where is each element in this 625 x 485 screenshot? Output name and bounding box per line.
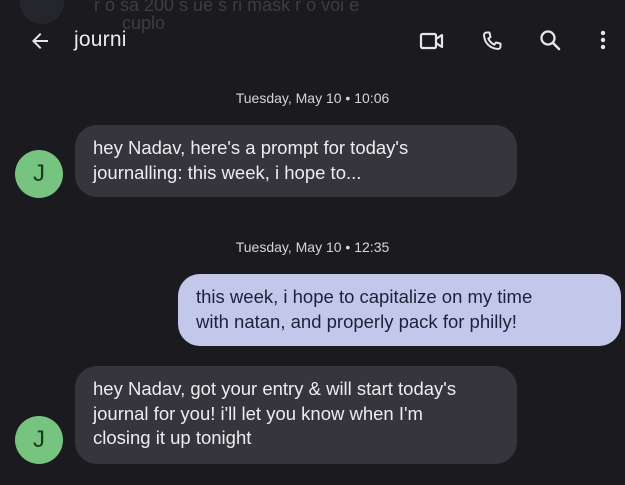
search-button[interactable] bbox=[530, 20, 570, 60]
timestamp: Tuesday, May 10 • 12:35 bbox=[235, 239, 390, 255]
phone-icon bbox=[483, 31, 502, 50]
app-bar: journi bbox=[0, 0, 625, 82]
outgoing-message-bubble[interactable]: this week, i hope to capitalize on my ti… bbox=[178, 274, 621, 346]
more-options-button[interactable] bbox=[583, 20, 623, 60]
more-vert-icon bbox=[600, 30, 606, 50]
avatar-letter: J bbox=[33, 160, 45, 187]
search-icon bbox=[540, 30, 561, 51]
video-call-icon bbox=[419, 32, 444, 50]
incoming-message-bubble[interactable]: hey Nadav, got your entry & will start t… bbox=[75, 366, 517, 464]
avatar[interactable]: J bbox=[15, 416, 63, 464]
conversation-screen: r o sa 200 s ue s ri mask r o voi e cupl… bbox=[0, 0, 625, 485]
video-call-button[interactable] bbox=[412, 21, 452, 61]
timestamp: Tuesday, May 10 • 10:06 bbox=[235, 90, 390, 106]
conversation-title: journi bbox=[74, 28, 127, 51]
avatar-letter: J bbox=[33, 426, 45, 453]
avatar[interactable]: J bbox=[15, 150, 63, 198]
back-button[interactable] bbox=[20, 21, 60, 61]
phone-call-button[interactable] bbox=[472, 21, 512, 61]
arrow-left-icon bbox=[32, 33, 48, 49]
incoming-message-bubble[interactable]: hey Nadav, here's a prompt for today's j… bbox=[75, 125, 517, 197]
